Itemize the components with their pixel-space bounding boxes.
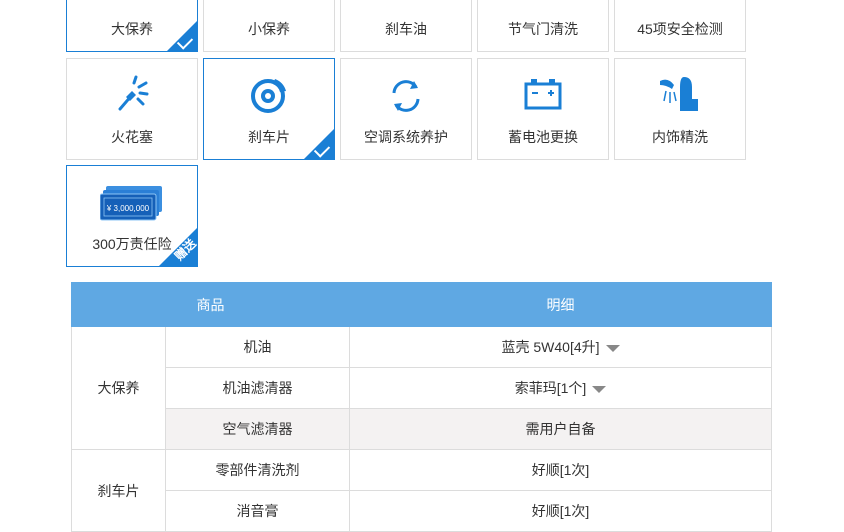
item-name: 机油 bbox=[165, 326, 350, 368]
service-tile-liability-insurance[interactable]: ¥ 3,000,000 300万责任险 赠送 bbox=[66, 165, 198, 267]
group-name: 刹车片 bbox=[71, 449, 166, 532]
battery-icon bbox=[524, 79, 562, 110]
item-detail-text: 蓝壳 5W40[4升] bbox=[501, 339, 600, 355]
table-header-row: 商品 明细 bbox=[71, 282, 772, 327]
table-row: 大保养 机油 蓝壳 5W40[4升] bbox=[71, 326, 772, 450]
spark-plug-icon bbox=[118, 75, 149, 111]
service-label: 空调系统养护 bbox=[364, 129, 448, 145]
table-row: 空气滤清器 需用户自备 bbox=[72, 408, 772, 450]
item-detail[interactable]: 索菲玛[1个] bbox=[349, 367, 772, 409]
table-row: 刹车片 零部件清洗剂 好顺[1次] bbox=[71, 449, 772, 532]
item-name: 消音膏 bbox=[165, 490, 350, 532]
item-detail: 需用户自备 bbox=[349, 408, 772, 450]
service-tile-interior-wash[interactable]: 内饰精洗 bbox=[614, 58, 746, 160]
item-name: 零部件清洗剂 bbox=[165, 449, 350, 491]
dropdown-arrow-icon[interactable] bbox=[605, 344, 620, 352]
table-row: 消音膏 好顺[1次] bbox=[72, 490, 772, 532]
item-name: 机油滤清器 bbox=[165, 367, 350, 409]
item-name: 空气滤清器 bbox=[165, 408, 350, 450]
service-tile-minor-maintenance[interactable]: 小保养 bbox=[203, 0, 335, 52]
service-label: 蓄电池更换 bbox=[508, 129, 578, 145]
service-tile-spark-plug[interactable]: 火花塞 bbox=[66, 58, 198, 160]
service-tile-ac-care[interactable]: 空调系统养护 bbox=[340, 58, 472, 160]
banknote-value: ¥ 3,000,000 bbox=[106, 204, 150, 213]
service-tile-big-maintenance[interactable]: 大保养 bbox=[66, 0, 198, 52]
service-tile-brake-fluid[interactable]: 刹车油 bbox=[340, 0, 472, 52]
banknote-icon: ¥ 3,000,000 bbox=[100, 186, 162, 221]
table-row: 机油滤清器 索菲玛[1个] bbox=[72, 367, 772, 409]
service-label: 刹车油 bbox=[385, 21, 427, 37]
service-tile-brake-pad[interactable]: 刹车片 bbox=[203, 58, 335, 160]
service-label: 小保养 bbox=[248, 21, 290, 37]
brake-disc-icon bbox=[251, 79, 286, 113]
service-label: 45项安全检测 bbox=[637, 21, 723, 37]
item-detail[interactable]: 蓝壳 5W40[4升] bbox=[349, 326, 772, 368]
service-detail-table: 商品 明细 大保养 机油 蓝壳 5W40[4升] 机油滤清器 索菲玛[1个] 空… bbox=[71, 282, 772, 532]
service-label: 内饰精洗 bbox=[652, 129, 708, 145]
header-detail: 明细 bbox=[349, 282, 772, 327]
service-tile-safety-check[interactable]: 45项安全检测 bbox=[614, 0, 746, 52]
dropdown-arrow-icon[interactable] bbox=[592, 385, 607, 393]
item-detail-text: 索菲玛[1个] bbox=[514, 380, 587, 396]
ac-cycle-icon bbox=[392, 80, 420, 112]
group-name: 大保养 bbox=[71, 326, 166, 450]
item-detail: 好顺[1次] bbox=[349, 449, 772, 491]
service-tile-throttle-clean[interactable]: 节气门清洗 bbox=[477, 0, 609, 52]
item-detail: 好顺[1次] bbox=[349, 490, 772, 532]
service-label: 火花塞 bbox=[111, 129, 153, 145]
service-label: 节气门清洗 bbox=[508, 21, 578, 37]
header-product: 商品 bbox=[71, 282, 350, 327]
seat-wash-icon bbox=[660, 77, 698, 111]
service-tile-battery[interactable]: 蓄电池更换 bbox=[477, 58, 609, 160]
